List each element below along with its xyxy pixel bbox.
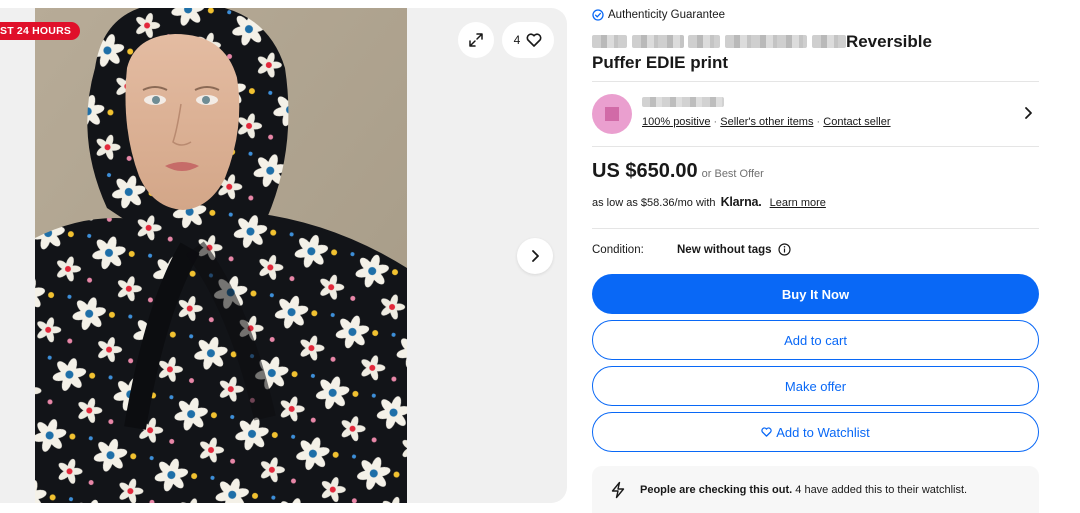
best-offer-label: or Best Offer — [701, 168, 764, 180]
seller-card[interactable]: 100% positive · Seller's other items · C… — [592, 92, 1039, 136]
divider — [592, 81, 1039, 82]
product-photo-graphic — [35, 8, 407, 503]
watchers-text: People are checking this out. 4 have add… — [640, 484, 967, 496]
buy-it-now-button[interactable]: Buy It Now — [592, 274, 1039, 314]
seller-other-items-link[interactable]: Seller's other items — [720, 116, 813, 128]
add-to-watchlist-button[interactable]: Add to Watchlist — [592, 412, 1039, 452]
verified-check-icon — [592, 9, 604, 21]
item-title-part2: Puffer EDIE print — [592, 53, 729, 72]
chevron-right-icon — [1025, 107, 1032, 119]
watch-count-button[interactable]: 4 — [502, 22, 554, 58]
learn-more-link[interactable]: Learn more — [770, 197, 826, 209]
expand-icon — [469, 33, 483, 47]
redacted-text — [592, 35, 627, 48]
condition-label: Condition: — [592, 243, 644, 256]
make-offer-button[interactable]: Make offer — [592, 366, 1039, 406]
add-to-watchlist-label: Add to Watchlist — [776, 424, 870, 440]
seller-feedback-link[interactable]: 100% positive — [642, 116, 711, 128]
condition-row: Condition: New without tags — [592, 243, 791, 256]
seller-links: 100% positive · Seller's other items · C… — [642, 116, 891, 128]
price-block: US $650.00 or Best Offer — [592, 160, 764, 183]
item-title: Reversible Puffer EDIE print — [592, 31, 1039, 73]
item-title-part1: Reversible — [845, 32, 932, 51]
next-image-button[interactable] — [517, 238, 553, 274]
contact-seller-link[interactable]: Contact seller — [823, 116, 890, 128]
lightning-icon — [611, 481, 625, 498]
seller-avatar — [592, 94, 632, 134]
financing-line: as low as $58.36/mo with Klarna. Learn m… — [592, 195, 826, 209]
watchers-text-rest: 4 have added this to their watchlist. — [792, 483, 968, 496]
klarna-logo: Klarna. — [720, 195, 762, 209]
authenticity-label: Authenticity Guarantee — [608, 9, 725, 21]
separator: · — [710, 116, 721, 128]
info-icon[interactable] — [777, 243, 791, 256]
redacted-text — [631, 35, 684, 48]
redacted-text — [688, 35, 721, 48]
heart-icon — [526, 33, 542, 47]
watchers-notice: People are checking this out. 4 have add… — [592, 466, 1039, 513]
separator: · — [813, 116, 824, 128]
image-gallery[interactable]: ST 24 HOURS 4 — [0, 8, 567, 503]
listing-page: ST 24 HOURS 4 Authenticity Guarantee Rev… — [0, 0, 1080, 513]
chevron-right-icon — [532, 250, 539, 262]
heart-icon — [761, 427, 772, 437]
authenticity-guarantee[interactable]: Authenticity Guarantee — [592, 9, 725, 21]
ending-soon-badge: ST 24 HOURS — [0, 22, 81, 40]
add-to-cart-button[interactable]: Add to cart — [592, 320, 1039, 360]
price-value: US $650.00 — [592, 160, 698, 182]
divider — [592, 228, 1039, 229]
condition-value: New without tags — [677, 243, 772, 256]
expand-image-button[interactable] — [458, 22, 494, 58]
redacted-text — [811, 35, 846, 48]
watchers-text-bold: People are checking this out. — [640, 483, 793, 496]
redacted-text — [725, 35, 808, 48]
seller-name-redacted — [642, 97, 724, 107]
financing-text: as low as $58.36/mo with — [592, 197, 716, 209]
product-image[interactable] — [35, 8, 407, 503]
divider — [592, 146, 1039, 147]
watch-count: 4 — [513, 33, 521, 47]
